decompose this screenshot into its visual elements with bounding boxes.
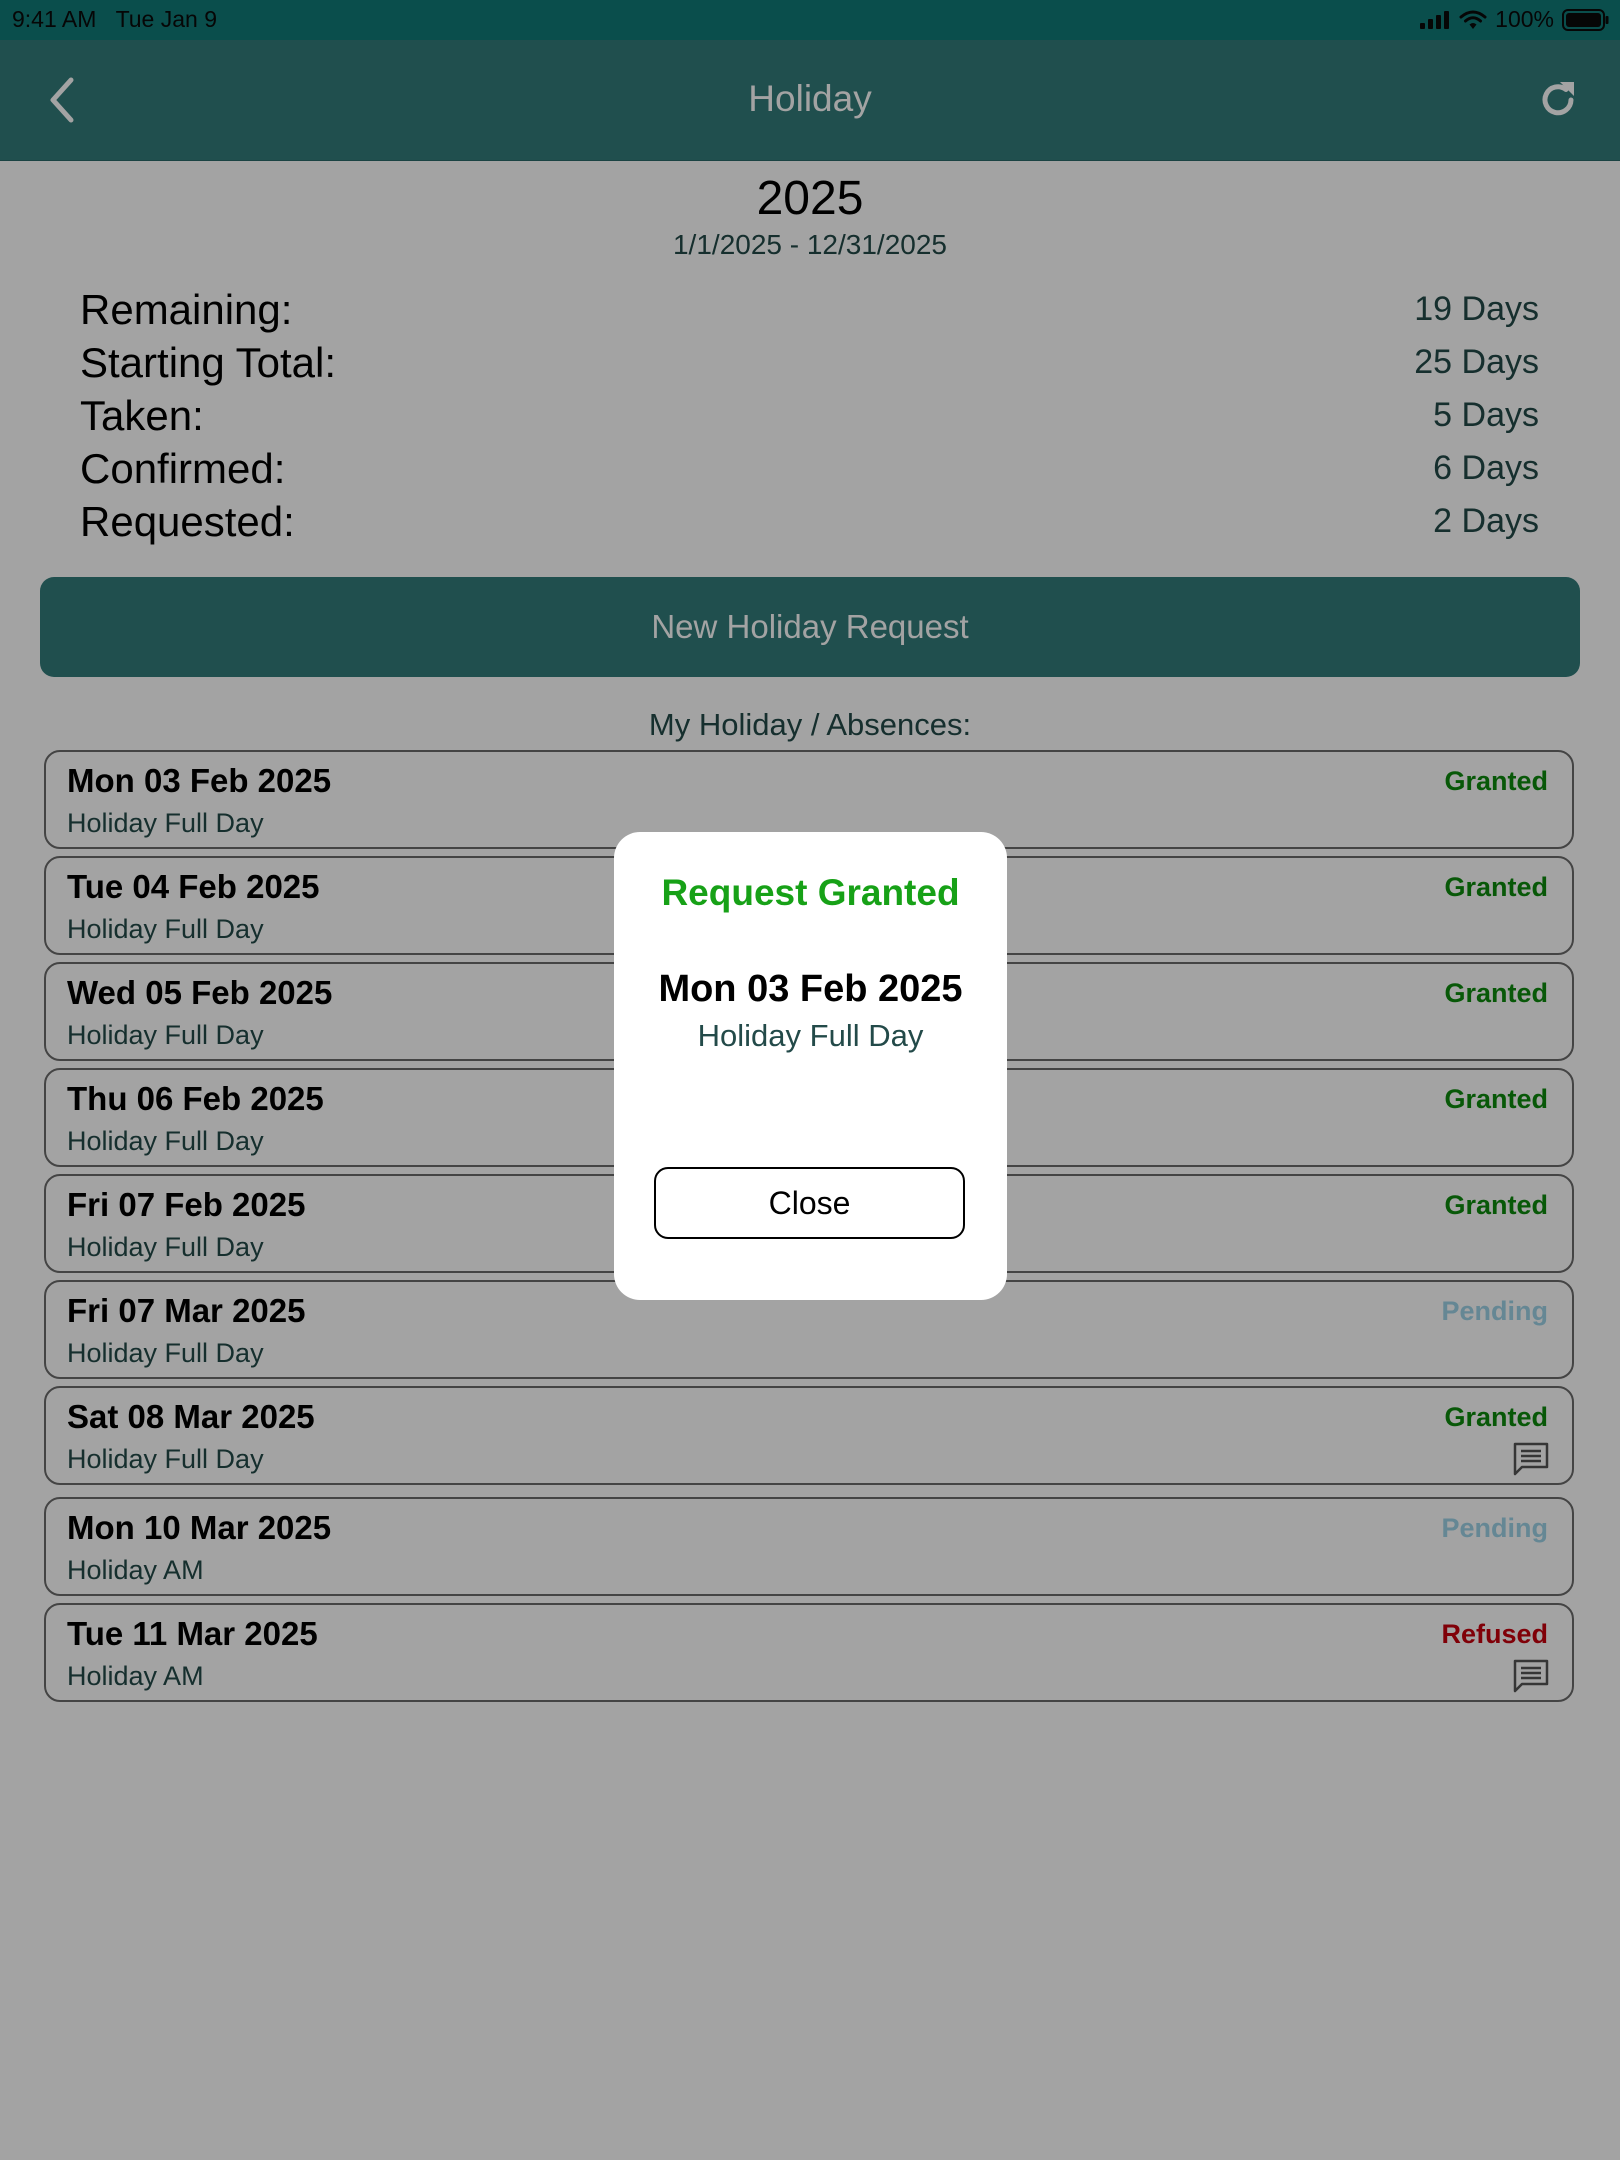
close-button[interactable]: Close: [654, 1167, 965, 1239]
request-granted-dialog: Request Granted Mon 03 Feb 2025 Holiday …: [614, 832, 1007, 1300]
dialog-type: Holiday Full Day: [697, 1018, 924, 1053]
dialog-title: Request Granted: [661, 872, 960, 913]
dialog-date: Mon 03 Feb 2025: [658, 968, 963, 1010]
